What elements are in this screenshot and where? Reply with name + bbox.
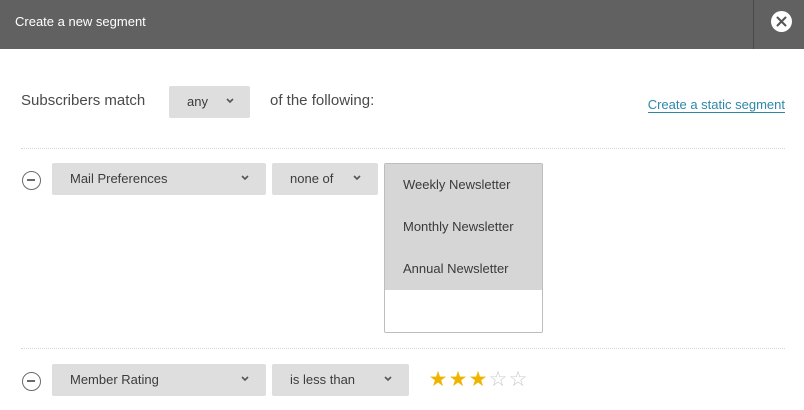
create-static-segment-link[interactable]: Create a static segment — [647, 97, 785, 113]
remove-condition-icon[interactable] — [22, 171, 41, 190]
match-prefix-label: Subscribers match — [21, 92, 146, 109]
header-divider — [753, 0, 754, 49]
star-empty-icon[interactable]: ☆ — [508, 369, 528, 391]
chevron-down-icon — [241, 376, 249, 382]
dialog-title: Create a new segment — [15, 14, 146, 29]
match-type-select[interactable]: any — [169, 86, 250, 118]
chevron-down-icon — [241, 175, 249, 181]
chevron-down-icon — [226, 98, 234, 104]
list-item[interactable]: Monthly Newsletter — [385, 206, 542, 248]
dialog-header: Create a new segment — [0, 0, 804, 49]
newsletter-multiselect[interactable]: Weekly Newsletter Monthly Newsletter Ann… — [384, 163, 543, 333]
star-filled-icon[interactable]: ★ — [428, 369, 448, 391]
match-type-value: any — [187, 94, 208, 109]
section-divider — [21, 148, 785, 149]
close-icon — [776, 16, 787, 27]
condition-operator-value: none of — [290, 171, 334, 186]
remove-condition-icon[interactable] — [22, 372, 41, 391]
condition-operator-select[interactable]: is less than — [272, 364, 409, 396]
star-filled-icon[interactable]: ★ — [448, 369, 468, 391]
condition-operator-select[interactable]: none of — [272, 163, 378, 195]
section-divider — [21, 348, 785, 349]
match-suffix-label: of the following: — [270, 92, 375, 109]
close-button[interactable] — [771, 11, 792, 32]
member-rating-stars[interactable]: ★ ★ ★ ☆ ☆ — [428, 369, 528, 391]
condition-operator-value: is less than — [290, 372, 356, 387]
condition-field-value: Mail Preferences — [70, 171, 168, 186]
list-item[interactable]: Weekly Newsletter — [385, 164, 542, 206]
chevron-down-icon — [353, 175, 361, 181]
condition-field-select[interactable]: Member Rating — [52, 364, 266, 396]
condition-field-select[interactable]: Mail Preferences — [52, 163, 266, 195]
star-filled-icon[interactable]: ★ — [468, 369, 488, 391]
list-item[interactable]: Annual Newsletter — [385, 248, 542, 290]
star-empty-icon[interactable]: ☆ — [488, 369, 508, 391]
chevron-down-icon — [384, 376, 392, 382]
condition-field-value: Member Rating — [70, 372, 159, 387]
